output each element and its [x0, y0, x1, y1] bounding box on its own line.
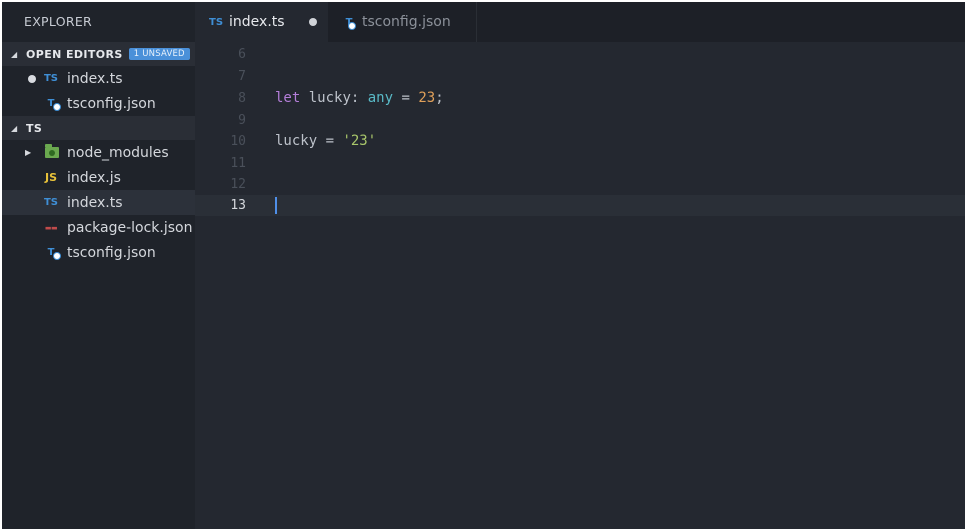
open-editor-item-tsconfig[interactable]: T tsconfig.json — [2, 91, 195, 116]
tsconfig-file-icon: T — [41, 247, 61, 260]
open-editors-label: OPEN EDITORS — [26, 47, 123, 61]
tab-index-ts[interactable]: TS index.ts — [195, 2, 328, 42]
code-text: lucky = '23' — [275, 133, 377, 149]
line-number: 9 — [238, 113, 246, 128]
explorer-title: EXPLORER — [24, 14, 93, 29]
app-window: EXPLORER ◢ OPEN EDITORS 1 UNSAVED TS ind… — [2, 2, 965, 529]
tree-item-label: index.js — [67, 169, 121, 186]
text-cursor — [275, 197, 277, 214]
line-number: 8 — [238, 91, 246, 106]
folder-ts-label: TS — [26, 121, 43, 135]
code-line: 11 — [195, 153, 965, 174]
tab-label: tsconfig.json — [362, 14, 451, 30]
current-code-line: 13 — [195, 195, 965, 216]
code-text: let lucky: any = 23; — [275, 90, 444, 106]
line-number: 12 — [230, 177, 246, 192]
chevron-right-icon: ▶ — [25, 148, 32, 157]
line-number: 10 — [230, 134, 246, 149]
line-number: 11 — [230, 156, 246, 171]
tree-item-package-lock[interactable]: ▬▬ package-lock.json — [2, 215, 195, 240]
open-editor-item-label: tsconfig.json — [67, 95, 156, 112]
code-line: 6 — [195, 44, 965, 65]
tree-item-label: index.ts — [67, 194, 123, 211]
tree-item-node-modules[interactable]: ▶ node_modules — [2, 140, 195, 165]
typescript-file-icon: TS — [43, 73, 59, 84]
editor-tab-bar: TS index.ts T tsconfig.json — [195, 2, 965, 42]
node-folder-icon — [45, 144, 59, 158]
unsaved-dot-icon — [28, 75, 36, 83]
typescript-file-icon: TS — [43, 197, 59, 208]
tab-label: index.ts — [229, 14, 285, 30]
line-number: 7 — [238, 69, 246, 84]
chevron-down-icon: ◢ — [11, 123, 18, 133]
tree-item-index-js[interactable]: JS index.js — [2, 165, 195, 190]
explorer-sidebar: EXPLORER ◢ OPEN EDITORS 1 UNSAVED TS ind… — [2, 2, 195, 529]
folder-ts-header[interactable]: ◢ TS — [2, 116, 195, 140]
tsconfig-file-icon: T — [41, 98, 61, 111]
tsconfig-file-icon: T — [342, 17, 356, 30]
unsaved-badge: 1 UNSAVED — [128, 48, 190, 60]
javascript-file-icon: JS — [44, 171, 57, 184]
tab-tsconfig[interactable]: T tsconfig.json — [328, 2, 477, 42]
code-editor[interactable]: 6 7 8 let lucky: any = 23; 9 10 lucky = … — [195, 42, 965, 529]
tree-item-label: tsconfig.json — [67, 244, 156, 261]
code-line: 12 — [195, 174, 965, 195]
code-line: 7 — [195, 66, 965, 87]
line-number: 13 — [230, 198, 246, 213]
code-line: 10 lucky = '23' — [195, 131, 965, 152]
open-editors-header[interactable]: ◢ OPEN EDITORS 1 UNSAVED — [2, 42, 195, 66]
open-editor-item-label: index.ts — [67, 70, 123, 87]
npm-json-file-icon: ▬▬ — [44, 223, 58, 232]
code-line: 8 let lucky: any = 23; — [195, 88, 965, 109]
tree-item-label: node_modules — [67, 144, 169, 161]
line-number: 6 — [238, 47, 246, 62]
tree-item-tsconfig[interactable]: T tsconfig.json — [2, 240, 195, 265]
open-editor-item-index-ts[interactable]: TS index.ts — [2, 66, 195, 91]
code-line: 9 — [195, 110, 965, 131]
chevron-down-icon: ◢ — [11, 49, 18, 59]
typescript-file-icon: TS — [209, 16, 224, 28]
tree-item-index-ts[interactable]: TS index.ts — [2, 190, 195, 215]
tree-item-label: package-lock.json — [67, 219, 193, 236]
unsaved-dot-icon[interactable] — [309, 18, 317, 26]
